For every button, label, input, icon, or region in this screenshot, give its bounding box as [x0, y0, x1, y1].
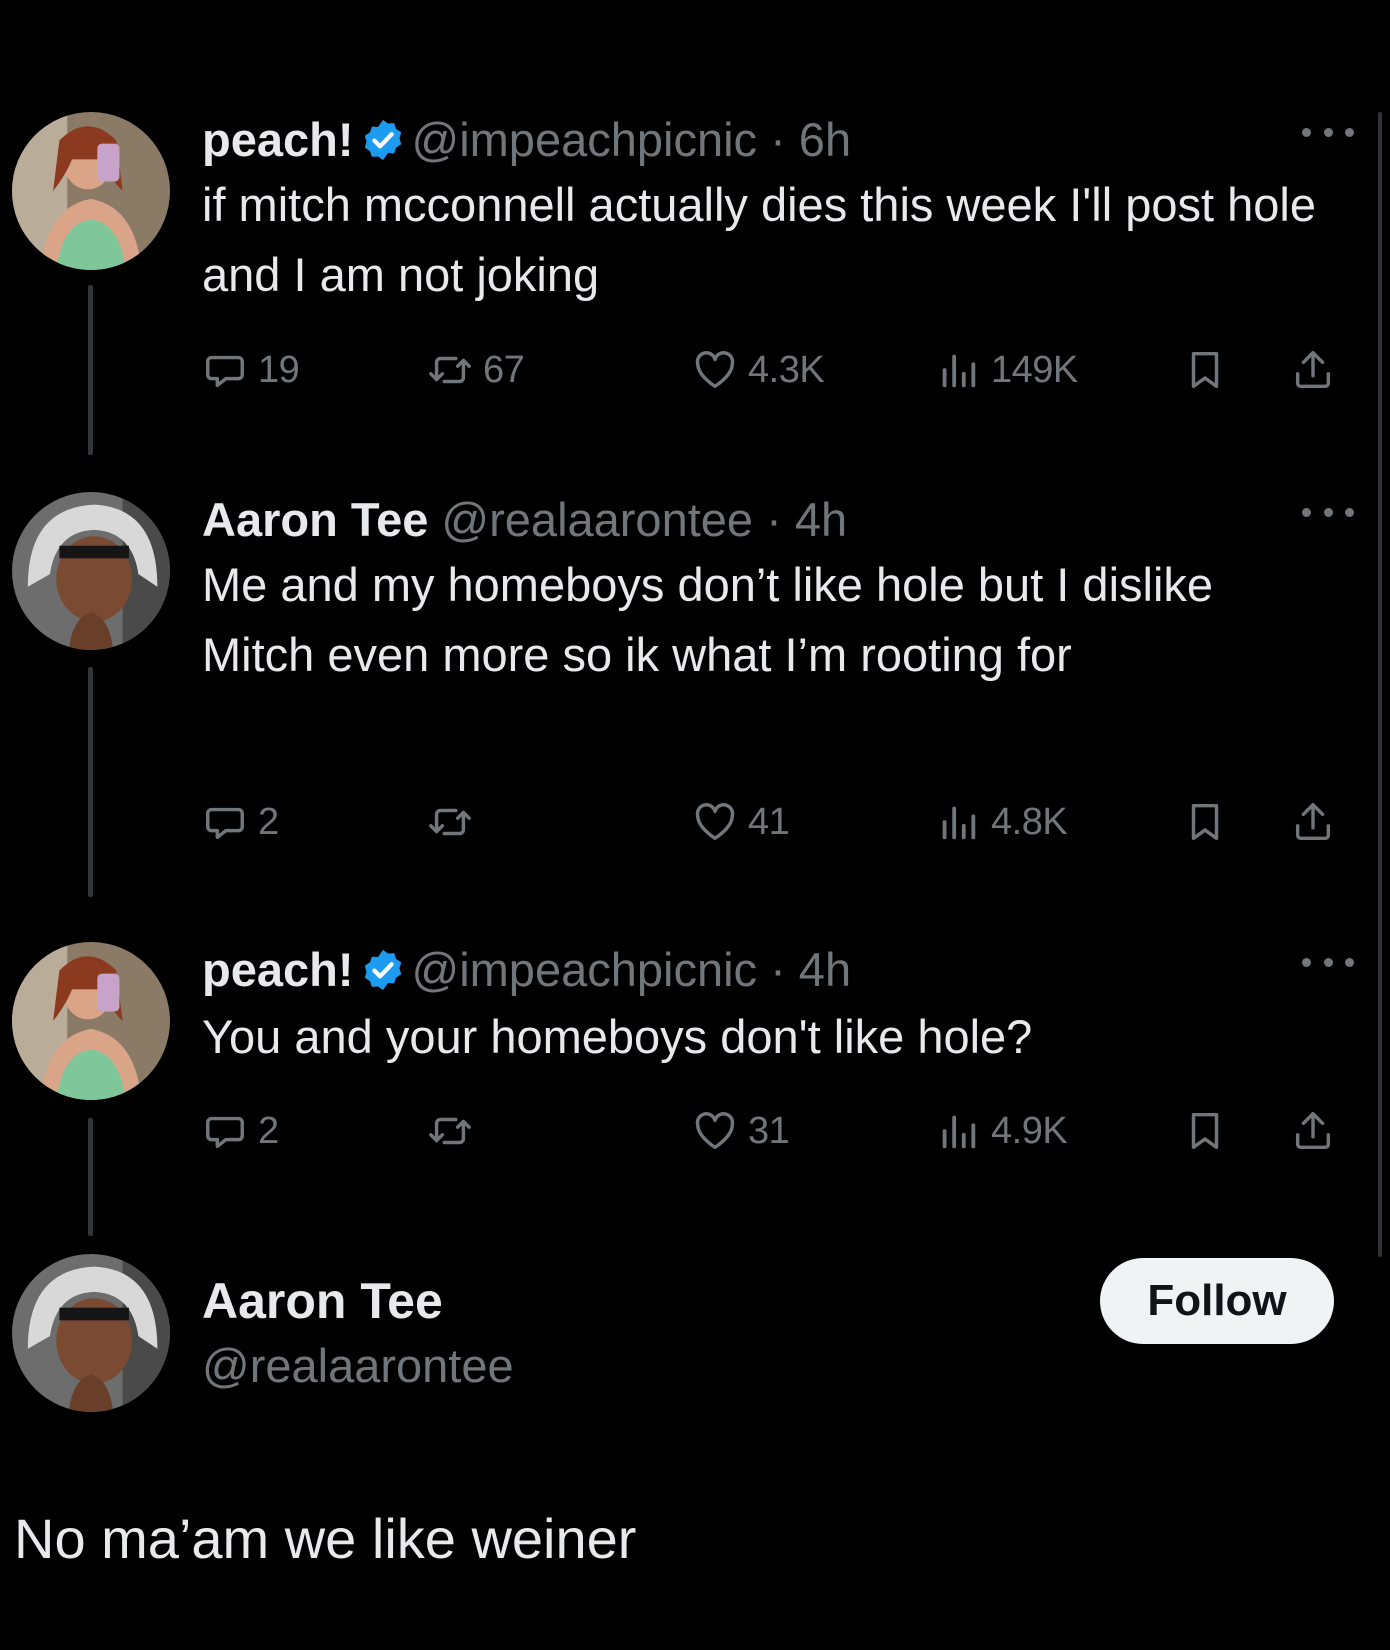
tweet[interactable]: peach! @impeachpicnic · 4h You and your h… [0, 942, 1390, 1172]
more-dots-icon[interactable] [1302, 122, 1354, 142]
retweet-icon [429, 356, 471, 384]
bookmark-button[interactable] [1182, 794, 1238, 850]
bar-chart-icon [942, 806, 976, 840]
like-button[interactable]: 41 [692, 794, 790, 850]
profile-name[interactable]: Aaron Tee [202, 1272, 443, 1330]
reply-count: 19 [258, 348, 300, 391]
share-icon [1295, 1112, 1331, 1150]
author-handle[interactable]: @impeachpicnic [412, 113, 758, 166]
retweet-count: 67 [483, 348, 525, 391]
heart-icon [695, 1112, 735, 1150]
timestamp[interactable]: · 6h [770, 113, 851, 166]
share-icon [1295, 803, 1331, 841]
tweet-header: peach! @impeachpicnic · 4h [202, 942, 851, 998]
avatar[interactable] [12, 112, 170, 270]
tweet-text: if mitch mcconnell actually dies this we… [202, 178, 1316, 301]
timestamp[interactable]: · 4h [770, 943, 851, 996]
like-button[interactable]: 31 [692, 1103, 790, 1159]
bookmark-icon [1191, 351, 1219, 389]
tweet[interactable]: Aaron Tee @realaarontee · 4h Me and my h… [0, 492, 1390, 872]
view-count: 149K [991, 348, 1078, 391]
like-count: 4.3K [748, 348, 825, 391]
author-name[interactable]: peach! [202, 943, 354, 996]
avatar-image [12, 942, 170, 1100]
retweet-icon [429, 808, 471, 836]
heart-icon [695, 351, 735, 389]
reply-button[interactable]: 2 [202, 794, 279, 850]
avatar-image [12, 1254, 170, 1412]
timestamp[interactable]: · 4h [766, 493, 847, 546]
tweet-header: peach! @impeachpicnic · 6h [202, 112, 851, 168]
reply-count: 2 [258, 1109, 279, 1152]
reply-text: No ma’am we like weiner [14, 1507, 637, 1570]
tweet-actions: 2 31 4.9K [202, 1103, 1352, 1159]
like-button[interactable]: 4.3K [692, 342, 825, 398]
reply-count: 2 [258, 800, 279, 843]
author-name[interactable]: Aaron Tee [202, 493, 428, 546]
avatar-image [12, 492, 170, 650]
bar-chart-icon [942, 1115, 976, 1149]
retweet-button[interactable] [427, 794, 483, 850]
view-count: 4.8K [991, 800, 1068, 843]
bookmark-button[interactable] [1182, 1103, 1238, 1159]
views-button[interactable]: 4.9K [935, 1103, 1068, 1159]
share-button[interactable] [1290, 794, 1346, 850]
like-count: 31 [748, 1109, 790, 1152]
reply-button[interactable]: 19 [202, 342, 300, 398]
author-handle[interactable]: @realaarontee [441, 493, 753, 546]
avatar-image [12, 112, 170, 270]
share-button[interactable] [1290, 1103, 1346, 1159]
more-dots-icon[interactable] [1302, 502, 1354, 522]
author-handle[interactable]: @impeachpicnic [412, 943, 758, 996]
tweet-header: Aaron Tee @realaarontee · 4h [202, 492, 847, 548]
reply-button[interactable]: 2 [202, 1103, 279, 1159]
profile-handle[interactable]: @realaarontee [202, 1338, 514, 1393]
views-button[interactable]: 4.8K [935, 794, 1068, 850]
bookmark-button[interactable] [1182, 342, 1238, 398]
bookmark-icon [1191, 803, 1219, 841]
retweet-icon [429, 1117, 471, 1145]
more-dots-icon[interactable] [1302, 952, 1354, 972]
like-count: 41 [748, 800, 790, 843]
view-count: 4.9K [991, 1109, 1068, 1152]
speech-bubble-icon [206, 1116, 244, 1149]
views-button[interactable]: 149K [935, 342, 1078, 398]
retweet-button[interactable]: 67 [427, 342, 525, 398]
bar-chart-icon [942, 354, 976, 388]
heart-icon [695, 803, 735, 841]
retweet-button[interactable] [427, 1103, 483, 1159]
share-button[interactable] [1290, 342, 1346, 398]
speech-bubble-icon [206, 807, 244, 840]
tweet-actions: 2 41 4.8K [202, 794, 1352, 850]
follow-button[interactable]: Follow [1100, 1258, 1334, 1344]
avatar[interactable] [12, 1254, 170, 1412]
tweet-actions: 19 67 4.3K 149K [202, 342, 1352, 398]
tweet-text: Me and my homeboys don’t like hole but I… [202, 558, 1214, 681]
share-icon [1295, 351, 1331, 389]
tweet[interactable]: peach! @impeachpicnic · 6h if mitch mccon… [0, 112, 1390, 432]
author-name[interactable]: peach! [202, 113, 354, 166]
speech-bubble-icon [206, 355, 244, 388]
verified-badge-icon [364, 119, 401, 161]
avatar[interactable] [12, 492, 170, 650]
tweet-text: You and your homeboys don't like hole? [202, 1010, 1033, 1063]
bookmark-icon [1191, 1112, 1219, 1150]
avatar[interactable] [12, 942, 170, 1100]
verified-badge-icon [364, 949, 401, 991]
